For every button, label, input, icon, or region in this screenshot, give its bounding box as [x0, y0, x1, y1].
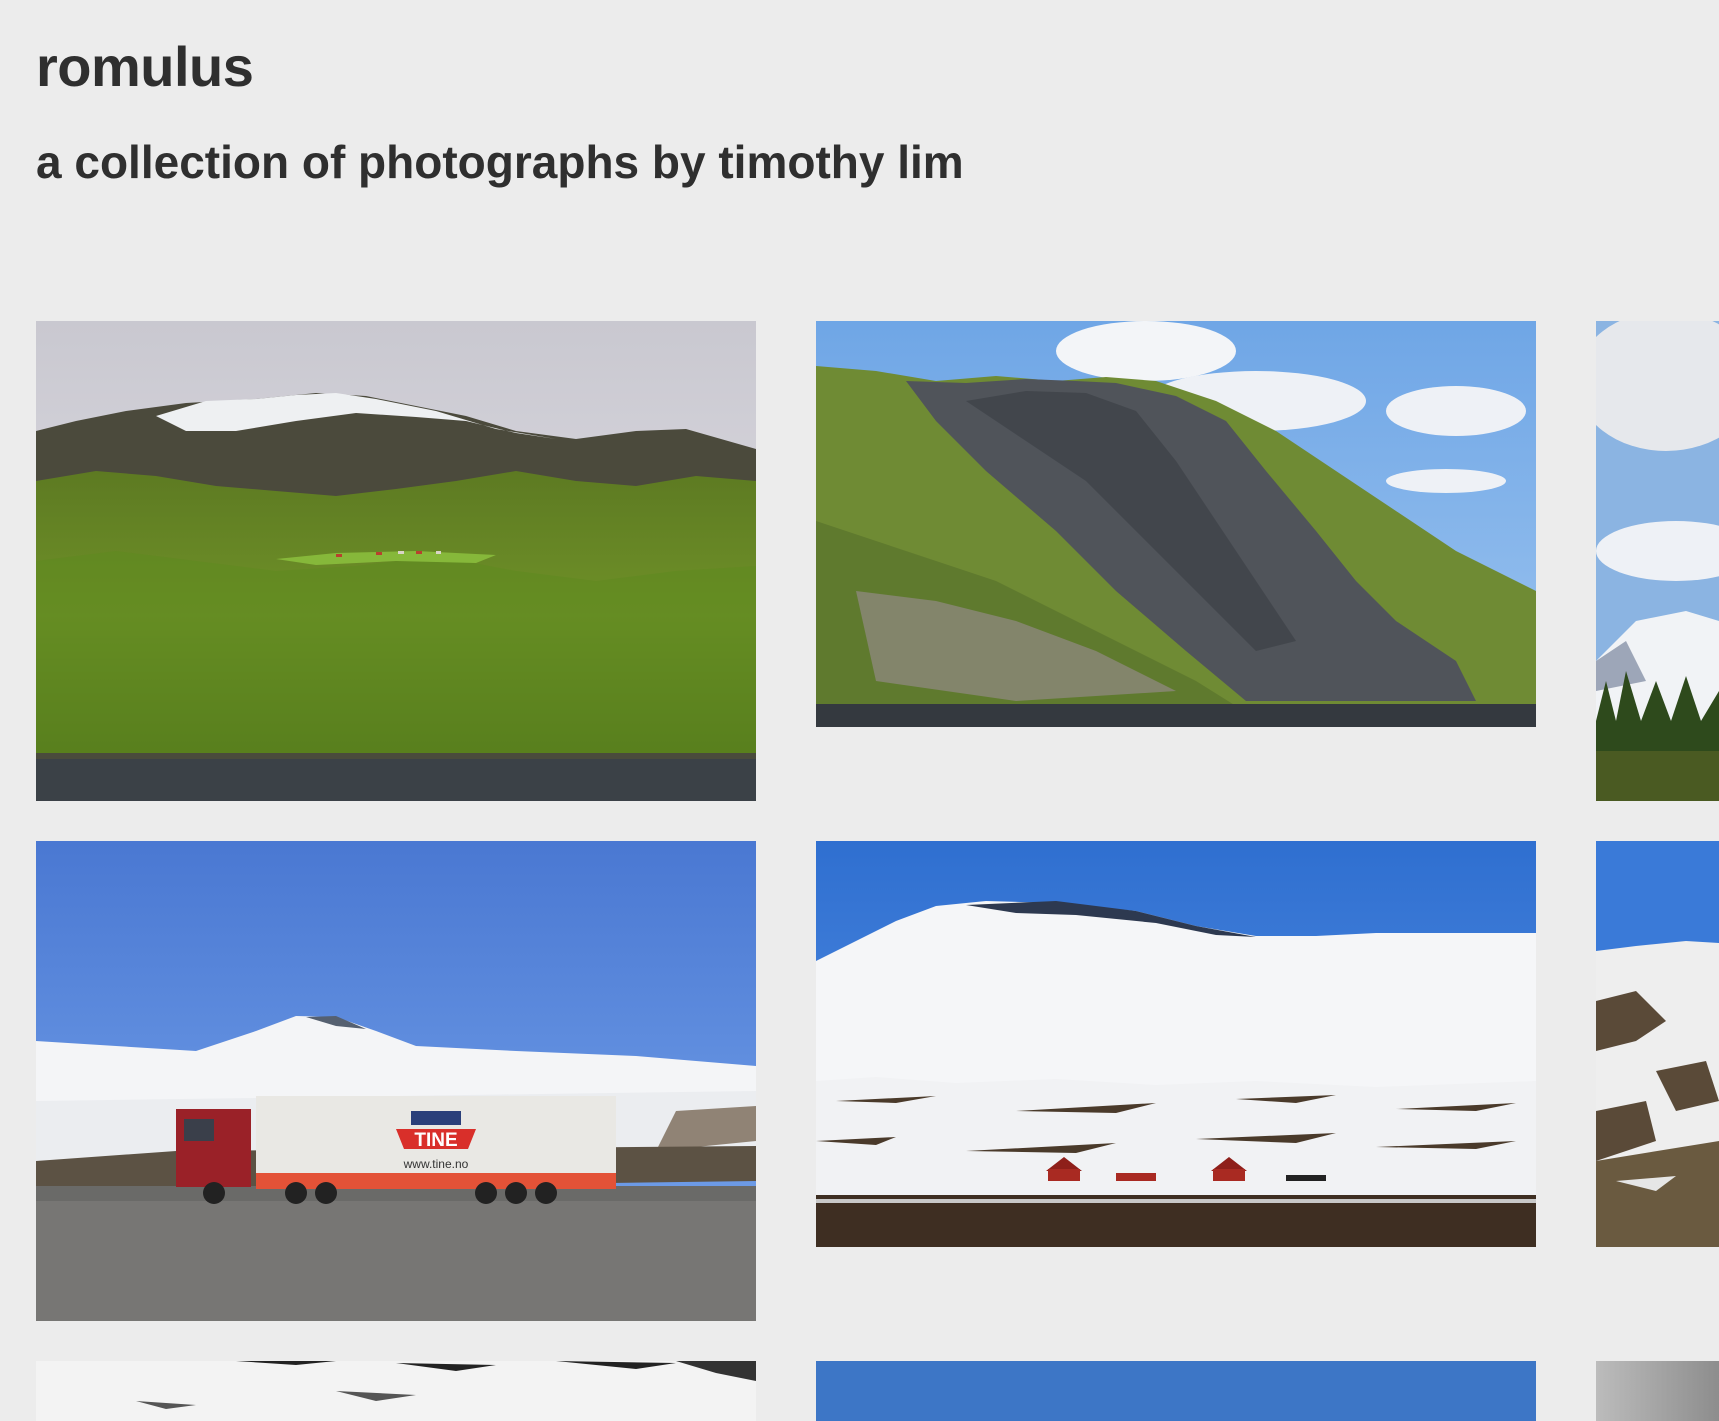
photo-snow-hill-cabins-image [816, 841, 1536, 1247]
photo-blue-sky[interactable] [816, 1361, 1536, 1421]
photo-tine-truck-image: TINE www.tine.no [36, 841, 756, 1321]
photo-snow-patches-bw[interactable] [36, 1361, 756, 1421]
photo-snowy-peak-trees[interactable] [1596, 321, 1719, 801]
photo-grey-sky-image [1596, 1361, 1719, 1421]
photo-snowy-peak-trees-image [1596, 321, 1719, 801]
photo-rock-cliff-image [816, 321, 1536, 727]
photo-snow-patches-bw-image [36, 1361, 756, 1421]
photo-fjord-hillside[interactable] [36, 321, 756, 801]
photo-tine-truck[interactable]: TINE www.tine.no [36, 841, 756, 1321]
photo-rock-cliff[interactable] [816, 321, 1536, 727]
photo-snowy-slopes-image [1596, 841, 1719, 1247]
photo-fjord-hillside-image [36, 321, 756, 801]
trailer-logo-text: TINE [414, 1130, 457, 1151]
trailer-url-text: www.tine.no [403, 1157, 469, 1171]
photo-snowy-slopes[interactable] [1596, 841, 1719, 1247]
photo-snow-hill-cabins[interactable] [816, 841, 1536, 1247]
photo-grey-sky[interactable] [1596, 1361, 1719, 1421]
photo-gallery: TINE www.tine.no [0, 0, 1719, 1421]
photo-blue-sky-image [816, 1361, 1536, 1421]
